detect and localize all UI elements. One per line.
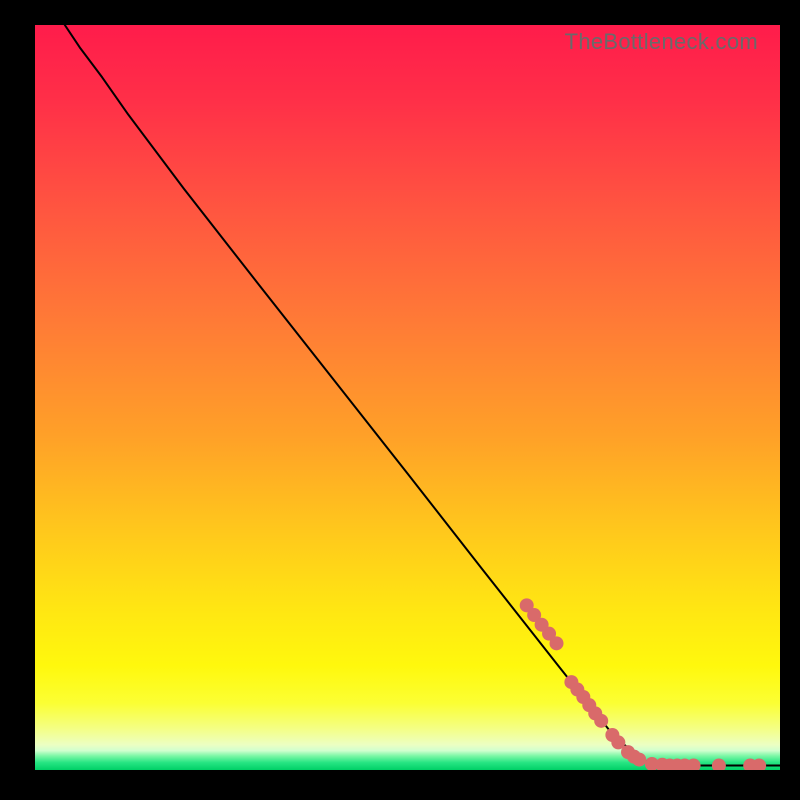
scatter-point — [632, 753, 646, 767]
scatter-point — [550, 636, 564, 650]
chart-overlay — [35, 25, 780, 770]
primary-curve — [65, 25, 780, 766]
plot-area: TheBottleneck.com — [35, 25, 780, 770]
scatter-point — [594, 714, 608, 728]
scatter-point — [712, 759, 726, 770]
scatter-points — [520, 598, 766, 770]
chart-stage: TheBottleneck.com — [0, 0, 800, 800]
